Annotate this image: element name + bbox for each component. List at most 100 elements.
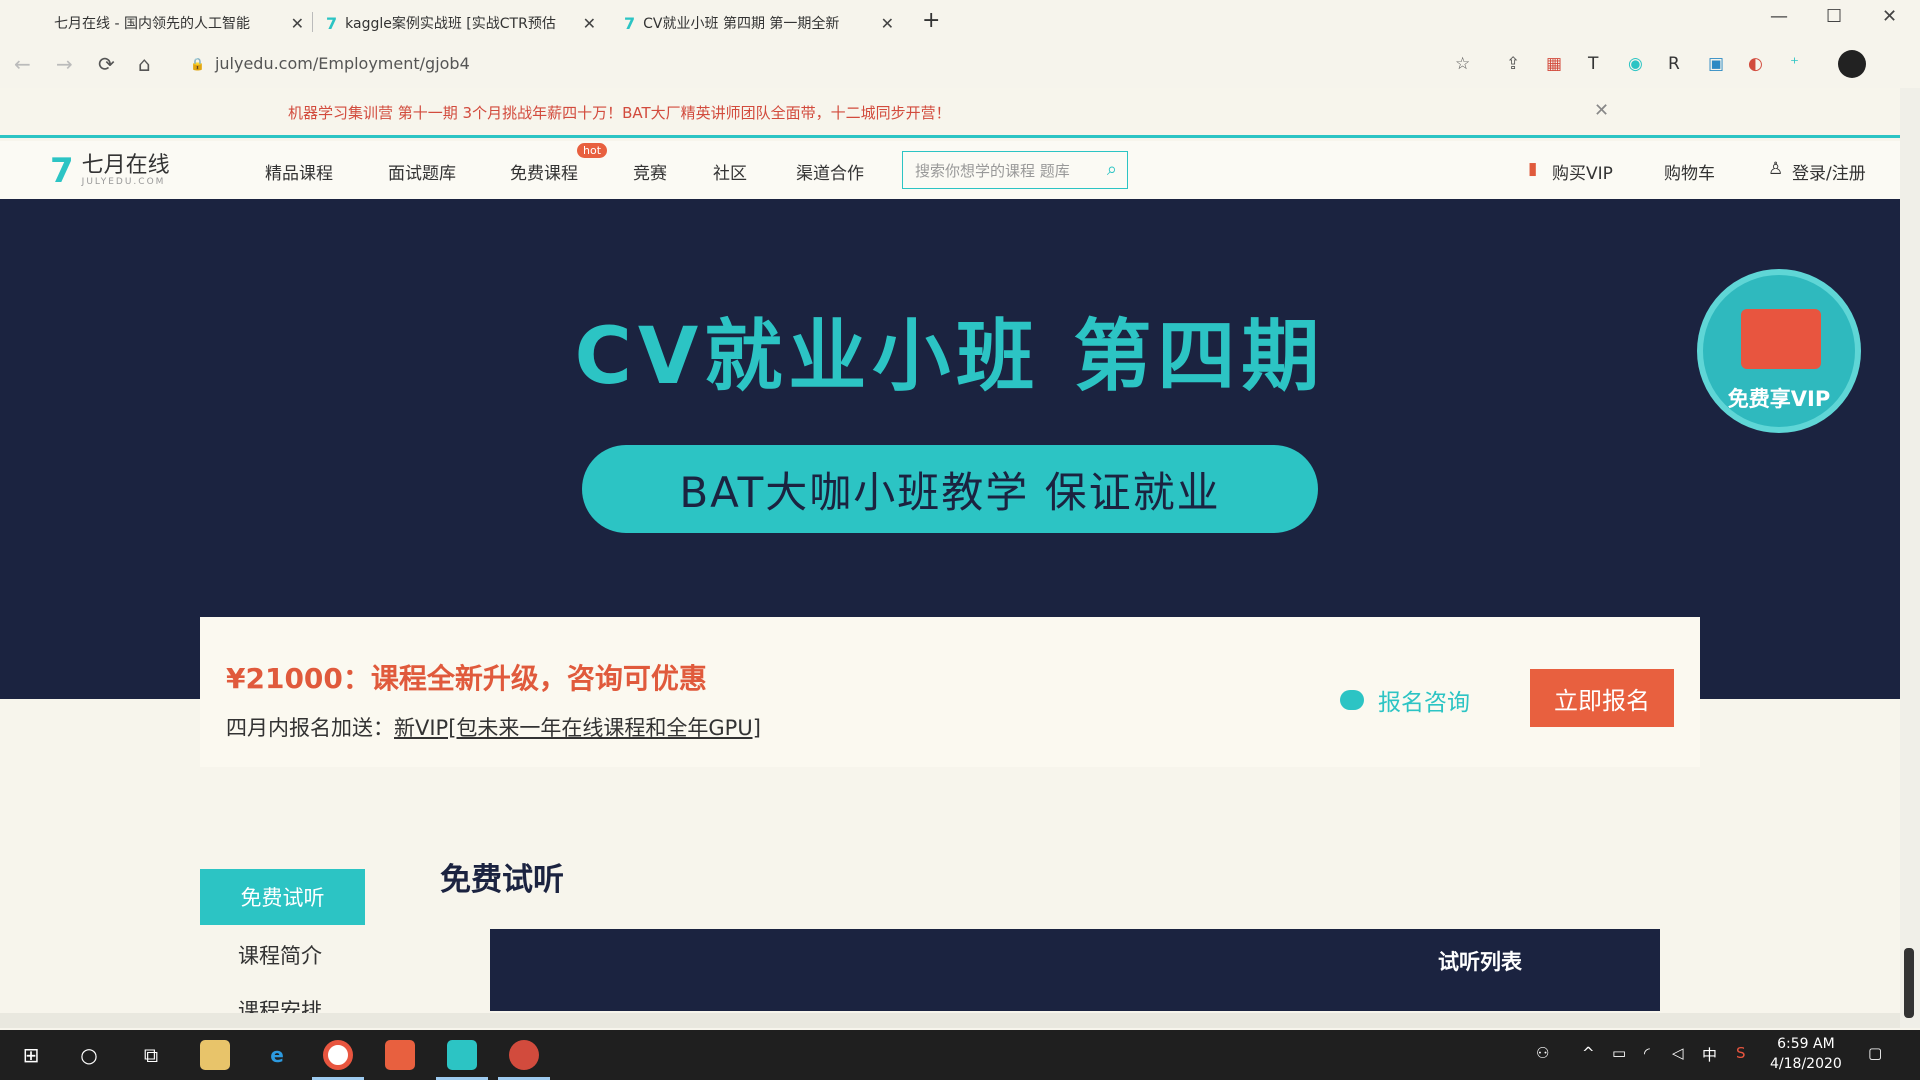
nav-item-community[interactable]: 社区 [713, 159, 747, 184]
bookmark-star-icon[interactable]: ☆ [1455, 54, 1470, 74]
sidenav-item-free-trial[interactable]: 免费试听 [200, 869, 365, 925]
notification-icon[interactable]: ▢ [1868, 1044, 1882, 1062]
tab-julyedu-home[interactable]: 七月在线 - 国内领先的人工智能 ✕ [54, 6, 304, 40]
search-placeholder: 搜索你想学的课程 题库 [915, 161, 1070, 180]
maximize-icon[interactable]: ☐ [1826, 6, 1842, 27]
price-text: ¥21000：课程全新升级，咨询可优惠 [226, 662, 707, 695]
extension-icon[interactable]: ▦ [1546, 54, 1562, 74]
gift-link[interactable]: 新VIP[包未来一年在线课程和全年GPU] [394, 716, 761, 740]
url-field[interactable]: 🔒 julyedu.com/Employment/gjob4 [190, 54, 470, 73]
system-clock[interactable]: 6:59 AM 4/18/2020 [1770, 1034, 1842, 1074]
logo-en: JULYEDU.COM [81, 177, 166, 187]
logo-text: 七月在线 JULYEDU.COM [81, 153, 170, 188]
chat-icon [1340, 690, 1364, 710]
site-header: 7 七月在线 JULYEDU.COM 精品课程 面试题库 免费课程 hot 竞赛… [0, 141, 1900, 199]
enroll-button[interactable]: 立即报名 [1530, 669, 1674, 727]
vertical-scrollbar[interactable] [1900, 88, 1920, 1028]
search-circle-icon[interactable]: ○ [74, 1040, 104, 1070]
file-explorer-icon[interactable] [200, 1040, 230, 1070]
address-bar-row: ← → ⟳ ⌂ 🔒 julyedu.com/Employment/gjob4 ☆… [0, 44, 1920, 88]
announcement-bar: 机器学习集训营 第十一期 3个月挑战年薪四十万！BAT大厂精英讲师团队全面带，十… [0, 88, 1920, 138]
powerpoint-icon[interactable] [509, 1040, 539, 1070]
new-tab-button[interactable]: + [922, 8, 940, 33]
login-register-link[interactable]: 登录/注册 [1792, 159, 1866, 184]
windows-start-icon[interactable]: ⊞ [16, 1040, 46, 1070]
battery-icon[interactable]: ▭ [1612, 1044, 1626, 1062]
ime-indicator[interactable]: 中 [1702, 1044, 1717, 1065]
tab-close-icon[interactable]: ✕ [583, 14, 596, 33]
app-icon[interactable] [385, 1040, 415, 1070]
cart-link[interactable]: 购物车 [1664, 159, 1715, 184]
tab-separator [312, 12, 313, 32]
logo-cn: 七月在线 [81, 153, 170, 178]
extension-icon[interactable]: ◐ [1748, 54, 1763, 74]
wifi-icon[interactable]: ◜ [1644, 1044, 1650, 1062]
tab-title: CV就业小班 第四期 第一期全新 [643, 16, 840, 32]
chrome-icon[interactable] [323, 1040, 353, 1070]
volume-icon[interactable]: ◁ [1672, 1044, 1684, 1062]
trial-list-panel: 试听列表 [490, 929, 1660, 1011]
home-icon[interactable]: ⌂ [138, 52, 151, 76]
clock-time: 6:59 AM [1777, 1036, 1835, 1052]
search-input[interactable]: 搜索你想学的课程 题库 ⌕ [902, 151, 1128, 189]
search-icon[interactable]: ⌕ [1107, 159, 1117, 180]
reload-icon[interactable]: ⟳ [98, 52, 115, 76]
extension-icon[interactable]: T [1588, 54, 1598, 74]
tab-cv-class[interactable]: 7 CV就业小班 第四期 第一期全新 ✕ [624, 6, 894, 40]
hero-title: CV就业小班 第四期 [574, 312, 1326, 402]
section-title: 免费试听 [440, 862, 564, 898]
people-icon[interactable]: ⚇ [1536, 1044, 1549, 1062]
hero-slogan: BAT大咖小班教学 保证就业 [582, 445, 1318, 533]
announcement-close-icon[interactable]: ✕ [1594, 100, 1609, 121]
vip-gift-icon: ▮ [1528, 159, 1538, 179]
browser-tab-strip: 七月在线 - 国内领先的人工智能 ✕ 7 kaggle案例实战班 [实战CTR预… [0, 0, 1920, 44]
consult-label: 报名咨询 [1378, 690, 1470, 716]
logo-mark-icon: 7 [50, 151, 74, 191]
clock-date: 4/18/2020 [1770, 1056, 1842, 1072]
extension-icon[interactable]: ▣ [1708, 54, 1724, 74]
nav-item-partnership[interactable]: 渠道合作 [796, 159, 864, 184]
announcement-text[interactable]: 机器学习集训营 第十一期 3个月挑战年薪四十万！BAT大厂精英讲师团队全面带，十… [288, 102, 951, 123]
consult-link[interactable]: 报名咨询 [1340, 683, 1470, 717]
ime-app-icon[interactable]: S [1736, 1044, 1746, 1062]
window-close-icon[interactable]: ✕ [1882, 6, 1897, 27]
extension-icon[interactable]: R [1668, 54, 1680, 74]
nav-item-competition[interactable]: 竞赛 [633, 159, 667, 184]
nav-item-interview[interactable]: 面试题库 [388, 159, 456, 184]
minimize-icon[interactable]: — [1770, 6, 1788, 27]
lock-icon: 🔒 [190, 56, 205, 71]
free-vip-label: 免费享VIP [1727, 387, 1831, 411]
buy-vip-link[interactable]: 购买VIP [1552, 159, 1613, 184]
windows-taskbar: ⊞ ○ ⧉ e ⚇ ^ ▭ ◜ ◁ 中 S 6:59 AM 4/18/2020 … [0, 1030, 1920, 1080]
tab-close-icon[interactable]: ✕ [881, 14, 894, 33]
price-card: ¥21000：课程全新升级，咨询可优惠 四月内报名加送：新VIP[包未来一年在线… [200, 617, 1700, 767]
scroll-thumb[interactable] [1904, 948, 1914, 1018]
back-icon[interactable]: ← [14, 52, 31, 76]
sidenav-item-schedule[interactable]: 课程安排 [238, 995, 322, 1013]
extension-icon[interactable]: ◉ [1628, 54, 1643, 74]
trial-list-header: 试听列表 [1438, 950, 1522, 974]
gift-box-icon [1741, 309, 1821, 369]
user-icon: ♙ [1768, 159, 1784, 179]
tray-chevron-icon[interactable]: ^ [1582, 1044, 1595, 1062]
horizontal-scrollbar[interactable] [0, 1013, 1900, 1028]
nav-item-courses[interactable]: 精品课程 [265, 159, 333, 184]
extension-icon[interactable]: ⁺ [1790, 54, 1799, 74]
app-icon[interactable] [447, 1040, 477, 1070]
tab-close-icon[interactable]: ✕ [291, 14, 304, 33]
free-vip-badge[interactable]: 免费享VIP [1697, 269, 1861, 433]
gift-prefix: 四月内报名加送： [226, 716, 394, 740]
gift-text: 四月内报名加送：新VIP[包未来一年在线课程和全年GPU] [226, 712, 761, 742]
nav-item-free-courses[interactable]: 免费课程 [510, 159, 578, 184]
edge-browser-icon[interactable]: e [262, 1040, 292, 1070]
url-text: julyedu.com/Employment/gjob4 [214, 54, 470, 73]
tab-title: kaggle案例实战班 [实战CTR预估 [345, 16, 556, 32]
sidenav-item-intro[interactable]: 课程简介 [238, 940, 322, 970]
tab-kaggle[interactable]: 7 kaggle案例实战班 [实战CTR预估 ✕ [326, 6, 596, 40]
extension-icon[interactable]: ⇪ [1506, 54, 1520, 74]
task-view-icon[interactable]: ⧉ [136, 1040, 166, 1070]
site-logo[interactable]: 7 七月在线 JULYEDU.COM [50, 151, 170, 191]
forward-icon[interactable]: → [56, 52, 73, 76]
tab-title: 七月在线 - 国内领先的人工智能 [54, 16, 250, 32]
profile-avatar[interactable] [1838, 50, 1866, 78]
